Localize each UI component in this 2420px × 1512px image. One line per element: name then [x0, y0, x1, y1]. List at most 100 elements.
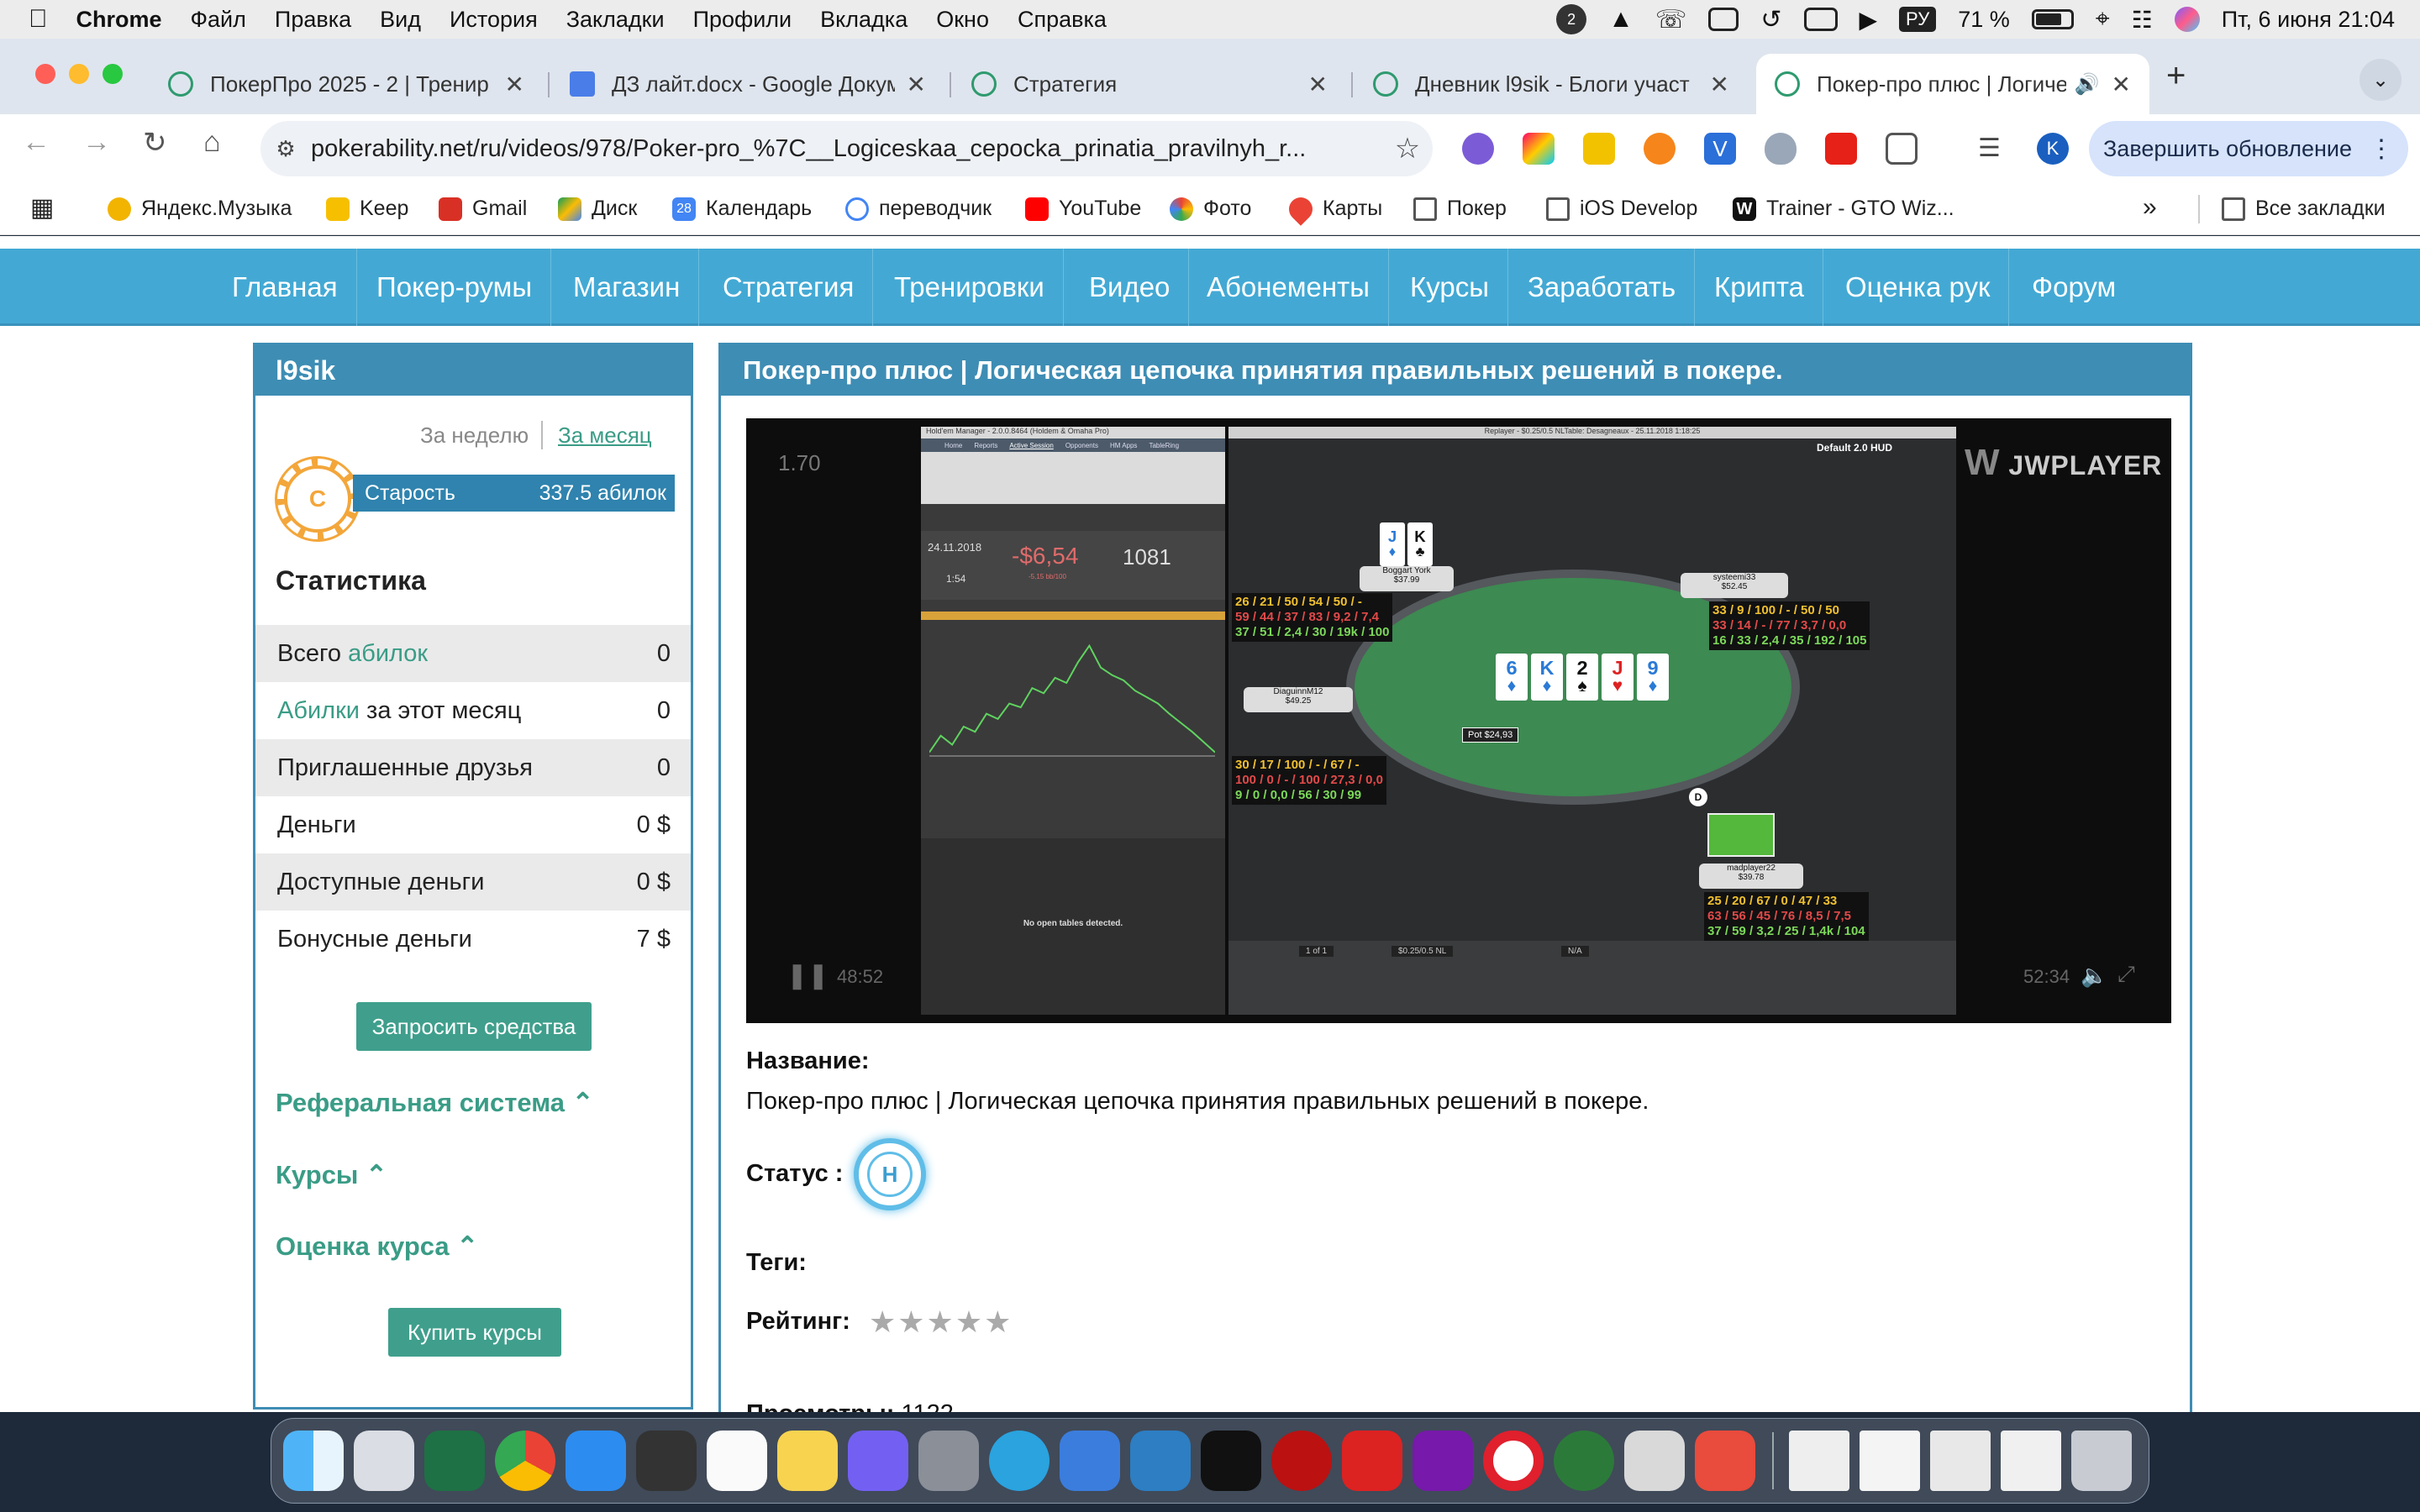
- stat-link-abilki-month[interactable]: Абилки: [277, 697, 360, 724]
- pause-icon[interactable]: ❚❚: [786, 961, 829, 990]
- close-tab-icon[interactable]: ✕: [907, 71, 926, 98]
- volume-icon[interactable]: 🔈: [2081, 963, 2107, 989]
- nav-forum[interactable]: Форум: [2013, 249, 2134, 326]
- shield-icon[interactable]: [1765, 133, 1797, 165]
- viber-icon[interactable]: [848, 1431, 908, 1491]
- zoom-window-button[interactable]: [103, 64, 123, 84]
- menu-help[interactable]: Справка: [1018, 7, 1107, 33]
- wifi-icon[interactable]: ⌖: [2096, 5, 2110, 34]
- puzzle-extensions-icon[interactable]: [1886, 133, 1918, 165]
- hm-tab[interactable]: Home: [944, 442, 962, 449]
- reminders-icon[interactable]: [707, 1431, 767, 1491]
- extension-v-icon[interactable]: V: [1704, 133, 1736, 165]
- notification-badge-icon[interactable]: 2: [1556, 4, 1587, 34]
- memory-icon[interactable]: [1803, 8, 1838, 31]
- display-icon[interactable]: [1708, 8, 1739, 31]
- recent-document-thumbnail[interactable]: [2001, 1431, 2061, 1491]
- new-tab-plus-icon[interactable]: +: [2166, 57, 2186, 95]
- tab-search-chevron-icon[interactable]: ⌄: [2360, 59, 2402, 101]
- bookmark-folder-poker[interactable]: Покер: [1413, 197, 1507, 221]
- office-installer-icon[interactable]: [1624, 1431, 1685, 1491]
- apps-grid-icon[interactable]: ▦: [30, 193, 54, 223]
- hm-tab[interactable]: TableRing: [1149, 442, 1179, 449]
- home-icon[interactable]: ⌂: [203, 126, 221, 159]
- opera-icon[interactable]: [1483, 1431, 1544, 1491]
- request-funds-button[interactable]: Запросить средства: [356, 1002, 592, 1051]
- launchpad-icon[interactable]: [354, 1431, 414, 1491]
- rating-stars[interactable]: ★★★★★: [869, 1305, 1013, 1340]
- back-arrow-icon[interactable]: ←: [22, 126, 50, 159]
- close-tab-icon[interactable]: ✕: [2112, 71, 2131, 98]
- pdf-expert-icon[interactable]: [1695, 1431, 1755, 1491]
- speaker-icon[interactable]: 🔊: [2075, 72, 2100, 97]
- close-tab-icon[interactable]: ✕: [1308, 71, 1328, 98]
- bookmark-keep[interactable]: Keep: [326, 197, 408, 221]
- bookmark-yandex-music[interactable]: Яндекс.Музыка: [108, 197, 292, 221]
- finish-update-button[interactable]: Завершить обновление ⋮: [2089, 121, 2408, 176]
- bookmark-calendar[interactable]: 28 Календарь: [672, 197, 812, 221]
- tab-active-poker-pro-plus[interactable]: Покер-про плюс | Логиче 🔊 ✕: [1756, 54, 2149, 114]
- period-week-link[interactable]: За неделю: [420, 423, 529, 449]
- nav-crypto[interactable]: Крипта: [1696, 249, 1823, 326]
- nav-poker-rooms[interactable]: Покер-румы: [358, 249, 552, 326]
- menu-window[interactable]: Окно: [936, 7, 989, 33]
- extension-gradient-icon[interactable]: [1523, 133, 1555, 165]
- menu-edit[interactable]: Правка: [275, 7, 351, 33]
- menu-file[interactable]: Файл: [191, 7, 246, 33]
- bookmark-folder-ios-develop[interactable]: iOS Develop: [1546, 197, 1697, 221]
- nav-courses[interactable]: Курсы: [1392, 249, 1508, 326]
- telegram-icon[interactable]: [989, 1431, 1050, 1491]
- calculator-icon[interactable]: [636, 1431, 697, 1491]
- apple-icon[interactable]: : [29, 5, 48, 34]
- fullscreen-icon[interactable]: ⤢: [2118, 961, 2135, 988]
- reload-icon[interactable]: ↻: [143, 126, 167, 160]
- nav-strategy[interactable]: Стратегия: [704, 249, 874, 326]
- hm-tab[interactable]: Opponents: [1065, 442, 1098, 449]
- bookmark-maps[interactable]: Карты: [1284, 192, 1382, 226]
- close-window-button[interactable]: [35, 64, 55, 84]
- media-control-icon[interactable]: ☰: [1978, 133, 2010, 165]
- more-bookmarks-chevron-icon[interactable]: »: [2143, 193, 2157, 222]
- recent-document-thumbnail[interactable]: [1860, 1431, 1920, 1491]
- menu-tab[interactable]: Вкладка: [820, 7, 908, 33]
- period-month-link[interactable]: За месяц: [558, 423, 652, 449]
- minimize-window-button[interactable]: [69, 64, 89, 84]
- site-info-icon[interactable]: ⚙: [260, 136, 311, 162]
- onenote-icon[interactable]: [1413, 1431, 1473, 1491]
- bookmark-all-bookmarks[interactable]: Все закладки: [2222, 197, 2386, 221]
- metamask-fox-icon[interactable]: [1644, 133, 1676, 165]
- whatsapp-icon[interactable]: ☏: [1655, 5, 1687, 34]
- battery-icon[interactable]: [2031, 9, 2074, 29]
- poker-spade-chip-icon[interactable]: [1554, 1431, 1614, 1491]
- forward-arrow-icon[interactable]: →: [82, 126, 111, 159]
- tab-blog-l9sik[interactable]: Дневник l9sik - Блоги участ ✕: [1355, 54, 1748, 114]
- menu-bookmarks[interactable]: Закладки: [566, 7, 665, 33]
- instruments-icon[interactable]: [1060, 1431, 1120, 1491]
- excel-icon[interactable]: [424, 1431, 485, 1491]
- nav-shop[interactable]: Магазин: [555, 249, 700, 326]
- fork-icon[interactable]: [1130, 1431, 1191, 1491]
- referral-accordion[interactable]: Реферальная система ⌃: [276, 1088, 594, 1118]
- battery-percent[interactable]: 71 %: [1958, 7, 2010, 33]
- recent-document-thumbnail[interactable]: [1930, 1431, 1991, 1491]
- menu-history[interactable]: История: [450, 7, 538, 33]
- nav-subscriptions[interactable]: Абонементы: [1188, 249, 1389, 326]
- nav-home[interactable]: Главная: [213, 249, 357, 326]
- menu-app-name[interactable]: Chrome: [76, 7, 162, 33]
- drive-icon[interactable]: ▲: [1608, 5, 1634, 34]
- play-icon[interactable]: ▶: [1860, 6, 1878, 34]
- bookmark-translator[interactable]: переводчик: [845, 197, 992, 221]
- tab-google-docs[interactable]: ДЗ лайт.docx - Google Докум ✕: [551, 54, 944, 114]
- extension-gear-icon[interactable]: [1462, 133, 1494, 165]
- pokerstars-star-icon[interactable]: [1342, 1431, 1402, 1491]
- video-player[interactable]: 1.70 W JWPLAYER Hold'em Manager - 2.0.0.…: [746, 418, 2171, 1023]
- system-settings-icon[interactable]: [918, 1431, 979, 1491]
- address-bar[interactable]: ⚙ pokerability.net/ru/videos/978/Poker-p…: [260, 121, 1433, 176]
- nav-earn[interactable]: Заработать: [1509, 249, 1696, 326]
- youtube-extension-icon[interactable]: [1825, 133, 1857, 165]
- nav-training[interactable]: Тренировки: [876, 249, 1064, 326]
- nav-hand-evaluation[interactable]: Оценка рук: [1827, 249, 2010, 326]
- bookmark-drive[interactable]: Диск: [558, 197, 637, 221]
- buy-courses-button[interactable]: Купить курсы: [388, 1308, 561, 1357]
- chrome-icon[interactable]: [495, 1431, 555, 1491]
